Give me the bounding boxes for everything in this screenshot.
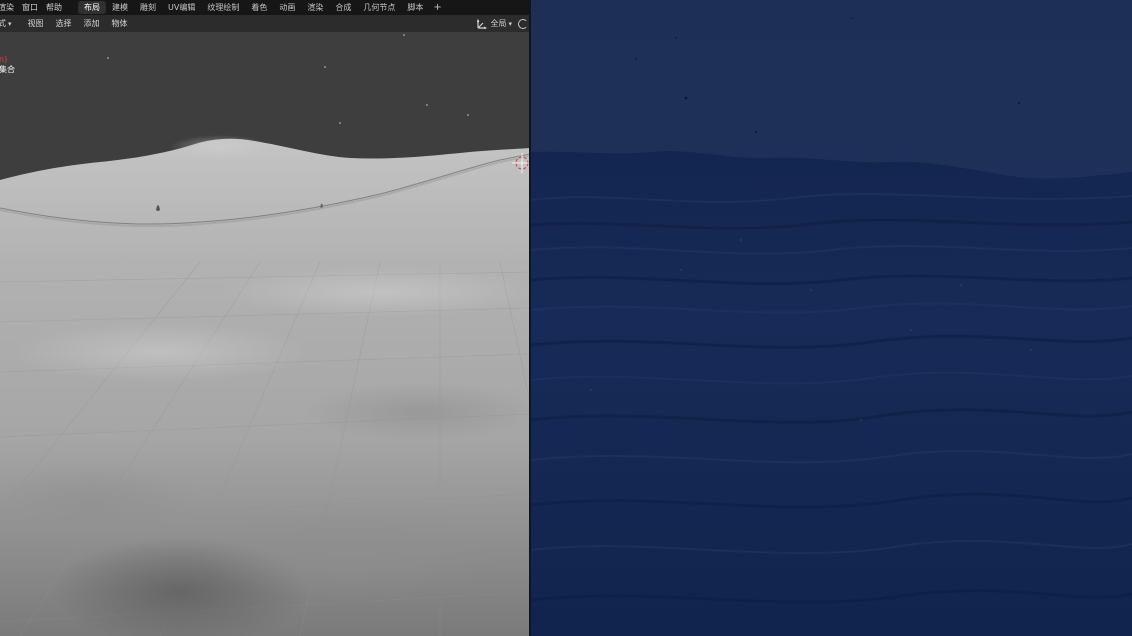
menu-object[interactable]: 物体: [106, 18, 134, 29]
terrain-mesh: [0, 34, 530, 636]
tab-compositing[interactable]: 合成: [329, 1, 357, 14]
tab-texture-paint[interactable]: 纹理绘制: [201, 1, 245, 14]
chevron-down-icon: ▾: [508, 19, 512, 28]
viewport-menu: 视图 选择 添加 物体: [22, 18, 134, 29]
render-preview: [531, 0, 1132, 636]
tab-uv-editing[interactable]: UV编辑: [162, 1, 201, 14]
menu-view[interactable]: 视图: [22, 18, 50, 29]
viewport-header-right: 全局 ▾: [477, 18, 528, 29]
tab-geometry-nodes[interactable]: 几何节点: [357, 1, 401, 14]
tab-modeling[interactable]: 建模: [106, 1, 134, 14]
tab-scripting[interactable]: 脚本: [401, 1, 429, 14]
menu-render[interactable]: 渲染: [0, 0, 18, 15]
chevron-down-icon: ▾: [8, 19, 12, 28]
transform-orientation-dropdown[interactable]: 全局 ▾: [477, 18, 512, 29]
workspace-tabs: 布局 建模 雕刻 UV编辑 纹理绘制 着色 动画 渲染 合成 几何节点 脚本 +: [78, 0, 446, 15]
tab-rendering[interactable]: 渲染: [301, 1, 329, 14]
tab-animation[interactable]: 动画: [273, 1, 301, 14]
menu-add[interactable]: 添加: [78, 18, 106, 29]
viewport-overlay-info: n) 集合: [0, 55, 15, 75]
viewport-header: 式 ▾ 视图 选择 添加 物体 全局 ▾: [0, 15, 530, 32]
interaction-mode-dropdown[interactable]: 式 ▾: [0, 18, 12, 29]
tab-layout[interactable]: 布局: [78, 1, 106, 14]
3d-viewport[interactable]: n) 集合: [0, 32, 530, 636]
transform-orientation-icon: [477, 18, 488, 29]
interaction-mode-label: 式: [0, 19, 6, 28]
menu-select[interactable]: 选择: [50, 18, 78, 29]
tab-shading[interactable]: 着色: [245, 1, 273, 14]
add-workspace-button[interactable]: +: [429, 1, 445, 14]
overlay-frame-indicator: n): [0, 55, 8, 64]
overlay-collection-label: 集合: [0, 65, 15, 74]
tab-sculpting[interactable]: 雕刻: [134, 1, 162, 14]
ocean-render-image: [531, 0, 1132, 636]
menu-help[interactable]: 帮助: [42, 0, 66, 15]
top-menu-bar: 渲染 窗口 帮助 布局 建模 雕刻 UV编辑 纹理绘制 着色 动画 渲染 合成 …: [0, 0, 530, 15]
main-menu: 渲染 窗口 帮助: [0, 0, 66, 15]
snap-icon[interactable]: [518, 18, 528, 29]
menu-window[interactable]: 窗口: [18, 0, 42, 15]
transform-orientation-label: 全局: [490, 19, 507, 28]
